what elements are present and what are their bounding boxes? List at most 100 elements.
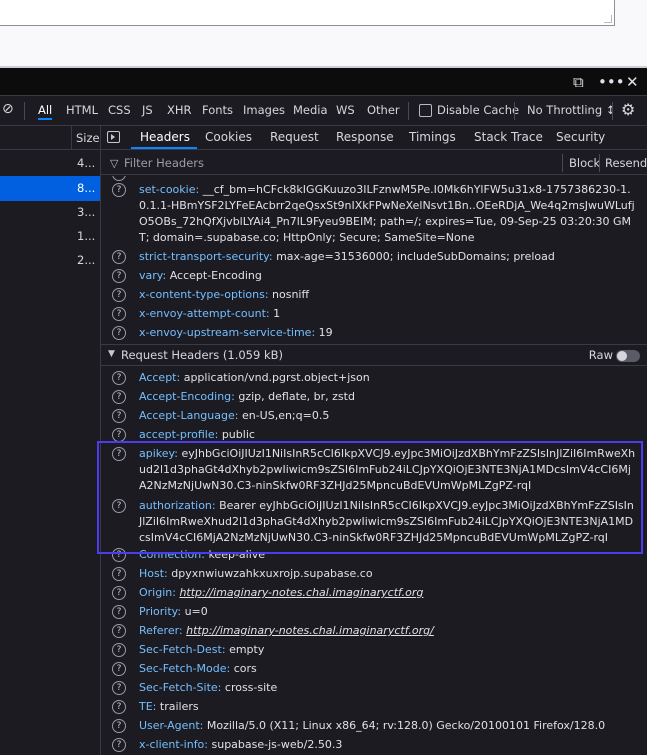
header-value: Accept-Encoding <box>169 269 262 282</box>
filter-type-all[interactable]: All <box>38 103 53 120</box>
question-icon[interactable]: ? <box>112 428 126 442</box>
header-value: dpyxnwiuwzahkxuxrojp.supabase.co <box>171 567 373 580</box>
tab-response[interactable]: Response <box>336 130 394 144</box>
question-icon[interactable]: ? <box>112 176 126 181</box>
question-icon[interactable]: ? <box>112 624 126 638</box>
question-icon[interactable]: ? <box>112 586 126 600</box>
question-icon[interactable]: ? <box>112 371 126 385</box>
header-name: User-Agent: <box>139 719 204 732</box>
header-row: ? Accept-Language: en-US,en;q=0.5 <box>101 408 647 424</box>
question-icon[interactable]: ? <box>112 738 126 752</box>
dock-icon[interactable]: ⧉ <box>573 72 584 92</box>
header-value: en-US,en;q=0.5 <box>241 409 330 422</box>
header-row: ? vary: Accept-Encoding <box>101 268 647 284</box>
gear-icon[interactable]: ⚙ <box>621 100 635 119</box>
request-size: 8... <box>77 181 96 195</box>
request-headers-section[interactable]: ▼ Request Headers (1.059 kB) Raw <box>101 344 647 366</box>
filter-type-other[interactable]: Other <box>367 103 400 117</box>
request-size: 3... <box>77 205 96 219</box>
close-icon[interactable]: ✕ <box>626 72 639 92</box>
filter-type-html[interactable]: HTML <box>66 103 98 117</box>
header-name: Priority: <box>139 605 182 618</box>
question-icon[interactable]: ? <box>112 700 126 714</box>
question-icon[interactable]: ? <box>112 605 126 619</box>
question-icon[interactable]: ? <box>112 288 126 302</box>
request-row[interactable]: 3... <box>0 200 100 225</box>
funnel-icon: ▽ <box>110 157 119 170</box>
header-row: ? Referer: http://imaginary-notes.chal.i… <box>101 623 647 639</box>
question-icon[interactable]: ? <box>112 307 126 321</box>
page-viewport <box>0 0 647 68</box>
panel-toggle-icon[interactable] <box>107 131 120 143</box>
page-textarea[interactable] <box>0 0 615 26</box>
raw-toggle[interactable] <box>616 350 640 362</box>
question-icon[interactable]: ? <box>112 409 126 423</box>
filter-headers-bar: ▽ Filter Headers Block Resend <box>101 151 647 175</box>
tab-timings[interactable]: Timings <box>409 130 456 144</box>
chevron-down-icon[interactable]: ▼ <box>108 349 115 359</box>
header-value-link[interactable]: http://imaginary-notes.chal.imaginaryctf… <box>186 624 434 637</box>
question-icon[interactable]: ? <box>112 269 126 283</box>
block-button[interactable]: Block <box>569 156 600 170</box>
question-icon[interactable]: ? <box>112 681 126 695</box>
header-value-link[interactable]: http://imaginary-notes.chal.imaginaryctf… <box>179 586 423 599</box>
header-name: Sec-Fetch-Dest: <box>139 643 226 656</box>
filter-type-images[interactable]: Images <box>243 103 285 117</box>
request-row[interactable]: 4... <box>0 151 100 176</box>
filter-type-fonts[interactable]: Fonts <box>202 103 233 117</box>
header-row: ? set-cookie: __cf_bm=hCFck8kIGGKuuzo3IL… <box>101 182 647 246</box>
filter-type-media[interactable]: Media <box>293 103 328 117</box>
tab-security[interactable]: Security <box>556 130 605 144</box>
tab-headers[interactable]: Headers <box>140 130 190 144</box>
network-filter-bar: ⊘ All HTML CSS JS XHR Fonts Images Media… <box>0 96 647 126</box>
size-column-header[interactable]: Size <box>76 131 100 145</box>
request-size: 4... <box>77 156 96 170</box>
request-row[interactable]: 2... <box>0 248 100 273</box>
question-icon[interactable]: ? <box>112 719 126 733</box>
header-name: TE: <box>139 700 157 713</box>
request-row[interactable]: 1... <box>0 224 100 249</box>
disable-cache-label[interactable]: Disable Cache <box>437 103 519 117</box>
divider <box>408 102 409 120</box>
header-row: ? x-content-type-options: nosniff <box>101 287 647 303</box>
question-icon[interactable]: ? <box>112 662 126 676</box>
header-value: public <box>221 428 255 441</box>
header-row: ? x-client-info: supabase-js-web/2.50.3 <box>101 737 647 753</box>
question-icon[interactable]: ? <box>112 390 126 404</box>
resend-button[interactable]: Resend <box>605 156 647 170</box>
throttling-select[interactable]: No Throttling ↕ <box>527 103 615 117</box>
header-value: Mozilla/5.0 (X11; Linux x86_64; rv:128.0… <box>206 719 606 732</box>
divider <box>514 102 515 120</box>
request-row-selected[interactable]: 8... <box>0 176 100 201</box>
raw-label: Raw <box>588 348 613 362</box>
filter-type-xhr[interactable]: XHR <box>167 103 192 117</box>
header-name: x-client-info: <box>139 738 208 751</box>
filter-type-css[interactable]: CSS <box>108 103 131 117</box>
header-name: set-cookie: <box>139 183 200 196</box>
question-icon[interactable]: ? <box>112 326 126 340</box>
header-value: supabase-js-web/2.50.3 <box>211 738 343 751</box>
question-icon[interactable]: ? <box>112 643 126 657</box>
header-row: ? Sec-Fetch-Dest: empty <box>101 642 647 658</box>
question-icon[interactable]: ? <box>112 183 126 197</box>
header-row: ? Origin: http://imaginary-notes.chal.im… <box>101 585 647 601</box>
header-value: 1 <box>273 307 281 320</box>
more-icon[interactable]: ••• <box>598 72 625 92</box>
filter-type-js[interactable]: JS <box>142 103 153 117</box>
block-icon[interactable]: ⊘ <box>2 101 14 117</box>
header-name: accept-profile: <box>139 428 219 441</box>
tab-request[interactable]: Request <box>270 130 319 144</box>
tab-stack-trace[interactable]: Stack Trace <box>474 130 543 144</box>
question-icon[interactable]: ? <box>112 250 126 264</box>
filter-headers-input[interactable]: Filter Headers <box>124 156 204 170</box>
disable-cache-checkbox[interactable] <box>419 104 432 117</box>
filter-type-ws[interactable]: WS <box>336 103 355 117</box>
divider <box>612 102 613 120</box>
tab-cookies[interactable]: Cookies <box>205 130 252 144</box>
question-icon[interactable]: ? <box>112 567 126 581</box>
resize-grip-icon[interactable] <box>604 15 612 23</box>
header-row: ? Priority: u=0 <box>101 604 647 620</box>
header-row: ? Accept: application/vnd.pgrst.object+j… <box>101 370 647 386</box>
request-list: Size 4... 8... 3... 1... 2... <box>0 126 101 755</box>
header-name: strict-transport-security: <box>139 250 273 263</box>
